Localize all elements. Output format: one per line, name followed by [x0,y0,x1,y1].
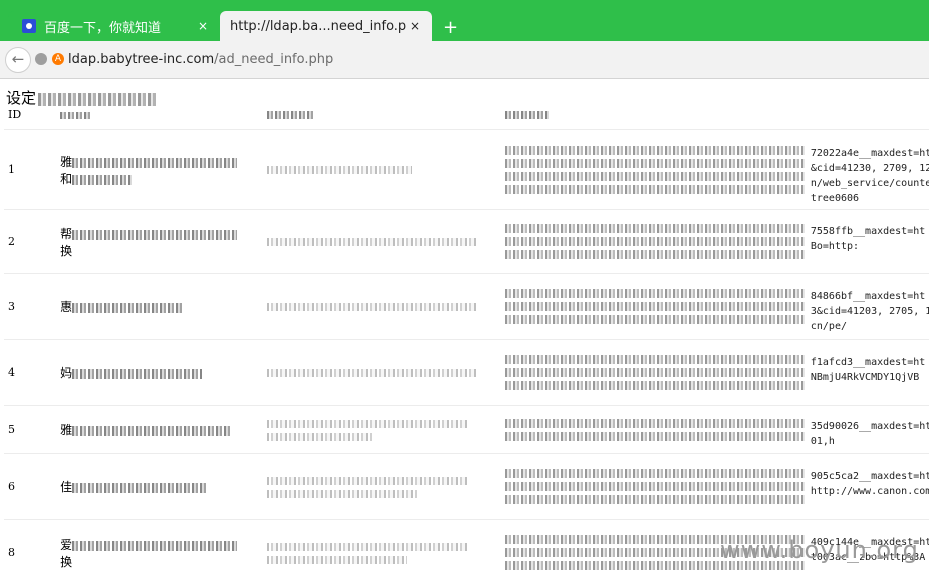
globe-icon [35,53,47,65]
row-track: 35d90026__maxdest=ht 01,h [500,405,929,454]
tab-baidu[interactable]: 百度一下，你就知道 × [8,11,220,41]
row-name: 惠 [56,273,263,340]
back-button[interactable]: ← [5,47,31,73]
table-row: 1 雅和 72022a4e__maxdest=ht &cid=41230, 270… [4,129,929,210]
row-link [262,453,501,520]
tab-title: 百度一下，你就知道 [44,20,162,36]
url-host: ldap.babytree-inc.com [68,51,215,67]
row-name: 帮换 [56,209,263,274]
row-id: 4 [4,339,57,406]
row-id: 8 [4,519,57,582]
table-row: 4 妈 f1afcd3__maxdest=ht NBmjU4RkVCMDY1QjV… [4,339,929,406]
tab-ad-need-info[interactable]: http://ldap.ba...need_info.php × [220,11,432,41]
new-tab-button[interactable]: + [443,17,458,38]
row-track: 7558ffb__maxdest=ht Bo=http: [500,209,929,274]
row-track: 72022a4e__maxdest=ht &cid=41230, 2709, 12… [500,129,929,210]
row-id: 3 [4,273,57,340]
table-row: 3 惠 84866bf__maxdest=ht 3&cid=41203, 2705… [4,273,929,340]
tab-title: http://ldap.ba...need_info.php [230,18,406,34]
obscured-heading [38,92,157,106]
table-row: 2 帮换 7558ffb__maxdest=ht Bo=http: [4,209,929,274]
page-heading: 设定 [6,87,157,108]
page-content: 设定 ID 1 雅和 72022a4e__maxdest=ht &cid=4123… [0,79,929,582]
row-track: 84866bf__maxdest=ht3&cid=41203, 2705, 12… [500,273,929,340]
row-link [262,339,501,406]
close-icon[interactable]: × [406,19,424,33]
row-id: 5 [4,405,57,454]
track-tail: 905c5ca2__maxdest=ht http://www.canon.com [810,471,929,497]
row-track: 905c5ca2__maxdest=ht http://www.canon.com [500,453,929,520]
close-icon[interactable]: × [194,19,212,33]
address-bar[interactable]: A ldap.babytree-inc.com /ad_need_info.ph… [35,48,925,70]
site-info-icon[interactable]: A [52,53,64,65]
browser-toolbar: ← A ldap.babytree-inc.com /ad_need_info.… [0,41,929,79]
track-tail: f1afcd3__maxdest=ht NBmjU4RkVCMDY1QjVB [810,357,926,383]
row-name: 雅和 [56,129,263,210]
row-id: 1 [4,129,57,210]
track-tail: 84866bf__maxdest=ht3&cid=41203, 2705, 12… [810,291,929,332]
row-link [262,273,501,340]
window-top-strip [0,0,929,8]
row-track: f1afcd3__maxdest=ht NBmjU4RkVCMDY1QjVB [500,339,929,406]
row-link [262,209,501,274]
row-name: 爱换 [56,519,263,582]
row-link [262,129,501,210]
baidu-paw-icon [22,19,36,33]
table-row: 6 佳 905c5ca2__maxdest=ht http://www.canon… [4,453,929,520]
track-tail: 35d90026__maxdest=ht 01,h [810,420,929,447]
row-id: 2 [4,209,57,274]
row-id: 6 [4,453,57,520]
row-name: 佳 [56,453,263,520]
row-name: 妈 [56,339,263,406]
watermark: www.boyun.org [720,536,919,564]
table-row: 5 雅 35d90026__maxdest=ht 01,h [4,405,929,454]
header-link [263,107,501,130]
row-name: 雅 [56,405,263,454]
table-header-row: ID [4,107,929,130]
row-link [262,519,501,582]
url-path: /ad_need_info.php [214,51,334,67]
tab-bar: 百度一下，你就知道 × http://ldap.ba...need_info.p… [0,8,929,41]
header-track [501,107,929,130]
header-id: ID [8,108,22,121]
row-link [262,405,501,454]
track-tail: 72022a4e__maxdest=ht &cid=41230, 2709, 12… [810,147,929,204]
track-tail: 7558ffb__maxdest=ht Bo=http: [810,226,926,252]
header-name [56,107,263,130]
ad-info-table: ID 1 雅和 72022a4e__maxdest=ht &cid=41230, … [4,107,929,582]
